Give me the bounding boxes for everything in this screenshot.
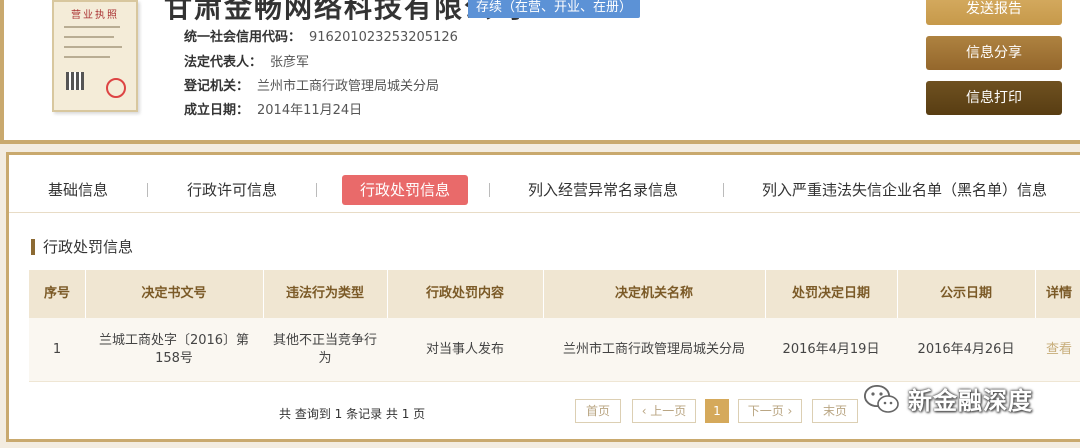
credit-code-row: 统一社会信用代码： 916201023253205126 — [184, 26, 458, 45]
col-header-index: 序号 — [43, 286, 70, 301]
watermark: 新金融深度 — [862, 381, 1033, 416]
license-title: 营业执照 — [71, 10, 119, 21]
table-header: 序号 决定书文号 违法行为类型 行政处罚内容 决定机关名称 处罚决定日期 公示日… — [29, 270, 1080, 318]
legal-rep-value: 张彦军 — [270, 55, 310, 70]
company-header-card: 营业执照 甘肃金畅网络科技有限公司 存续（在营、开业、在册） 统一社会信用代码：… — [0, 0, 1080, 144]
cell-penalty-content: 对当事人发布 — [425, 342, 504, 357]
business-license-image[interactable]: 营业执照 — [52, 0, 138, 112]
cell-decision-no: 兰城工商处字〔2016〕第158号 — [98, 333, 250, 366]
registration-authority-value: 兰州市工商行政管理局城关分局 — [257, 79, 440, 94]
prev-page-button[interactable]: ‹ 上一页 — [632, 399, 696, 423]
pagination-summary: 共 查询到 1 条记录 共 1 页 — [279, 407, 426, 421]
cell-decision-date: 2016年4月19日 — [782, 342, 880, 357]
tab-divider — [316, 183, 317, 197]
founding-date-row: 成立日期： 2014年11月24日 — [184, 99, 362, 118]
tab-bar: 基础信息 行政许可信息 行政处罚信息 列入经营异常名录信息 列入严重违法失信企业… — [9, 155, 1080, 213]
print-info-button[interactable]: 信息打印 — [926, 81, 1062, 115]
col-header-violation-type: 违法行为类型 — [285, 286, 364, 301]
cell-index: 1 — [52, 342, 62, 357]
col-header-details: 详情 — [1045, 286, 1072, 301]
tab-divider — [489, 183, 490, 197]
credit-code-label: 统一社会信用代码： — [184, 30, 302, 45]
tab-blacklist[interactable]: 列入严重违法失信企业名单（黑名单）信息 — [762, 175, 1047, 205]
col-header-publish-date: 公示日期 — [939, 286, 992, 301]
section-title: 行政处罚信息 — [31, 239, 133, 255]
tab-divider — [147, 183, 148, 197]
tab-divider — [723, 183, 724, 197]
col-header-decision-no: 决定书文号 — [141, 286, 207, 301]
watermark-text: 新金融深度 — [908, 387, 1033, 415]
send-report-button[interactable]: 发送报告 — [926, 0, 1062, 25]
registration-authority-label: 登记机关： — [184, 79, 250, 94]
cell-authority: 兰州市工商行政管理局城关分局 — [562, 342, 745, 357]
share-info-button[interactable]: 信息分享 — [926, 36, 1062, 70]
tab-basic-info[interactable]: 基础信息 — [48, 175, 108, 205]
first-page-button[interactable]: 首页 — [575, 399, 621, 423]
legal-rep-label: 法定代表人： — [184, 55, 263, 70]
founding-date-value: 2014年11月24日 — [257, 103, 363, 118]
col-header-authority: 决定机关名称 — [614, 286, 693, 301]
credit-code-value: 916201023253205126 — [309, 30, 458, 45]
tab-abnormal-list[interactable]: 列入经营异常名录信息 — [528, 175, 678, 205]
tab-admin-license[interactable]: 行政许可信息 — [187, 175, 277, 205]
tab-admin-penalty[interactable]: 行政处罚信息 — [342, 175, 469, 205]
status-badge: 存续（在营、开业、在册） — [468, 0, 641, 18]
wechat-icon — [862, 383, 902, 415]
table-row: 1 兰城工商处字〔2016〕第158号 其他不正当竞争行为 对当事人发布 兰州市… — [29, 318, 1080, 382]
qr-code-icon — [66, 72, 84, 90]
cell-violation-type: 其他不正当竞争行为 — [273, 333, 378, 366]
next-page-button[interactable]: 下一页 › — [738, 399, 802, 423]
current-page-button[interactable]: 1 — [705, 399, 729, 423]
view-details-link[interactable]: 查看 — [1035, 318, 1080, 382]
legal-rep-row: 法定代表人： 张彦军 — [184, 51, 309, 70]
last-page-button[interactable]: 末页 — [812, 399, 858, 423]
cell-publish-date: 2016年4月26日 — [917, 342, 1015, 357]
col-header-decision-date: 处罚决定日期 — [791, 286, 870, 301]
col-header-penalty-content: 行政处罚内容 — [425, 286, 504, 301]
founding-date-label: 成立日期： — [184, 103, 250, 118]
seal-icon — [106, 78, 126, 98]
registration-authority-row: 登记机关： 兰州市工商行政管理局城关分局 — [184, 75, 439, 94]
